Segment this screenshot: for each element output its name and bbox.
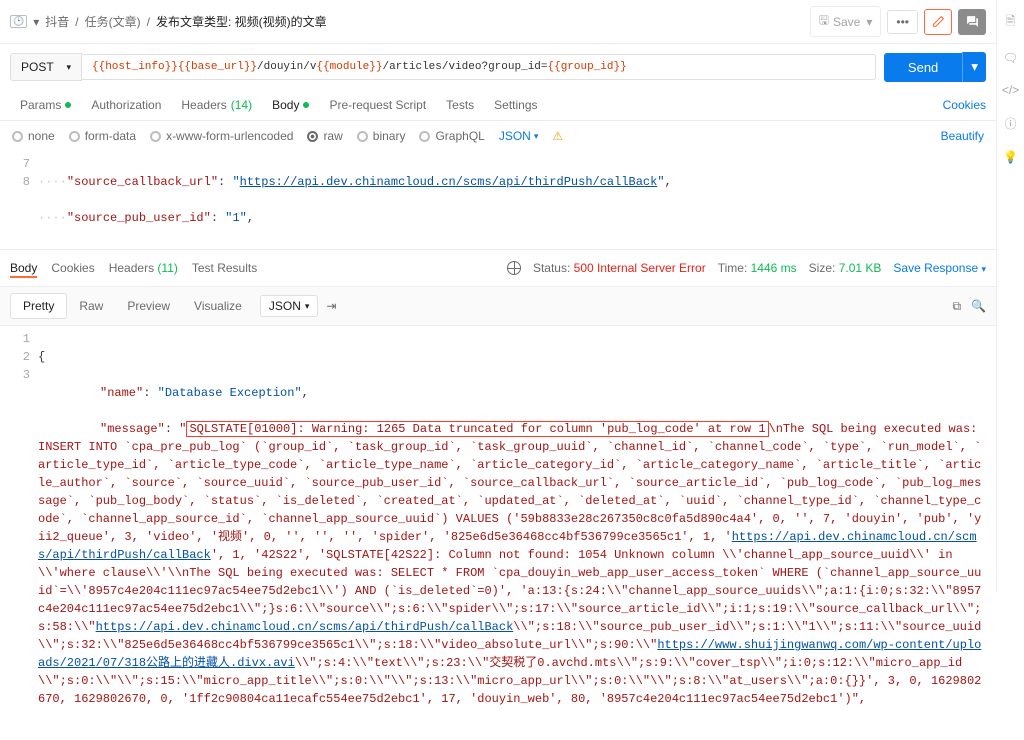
status-label: Status: 500 Internal Server Error (533, 261, 706, 275)
floppy-icon: 🖫 (819, 11, 829, 32)
save-response-link[interactable]: Save Response ▾ (893, 261, 986, 275)
chevron-down-icon: ▾ (66, 62, 71, 73)
radio-xwww[interactable]: x-www-form-urlencoded (150, 129, 293, 143)
info-icon[interactable]: ⓘ (1004, 115, 1016, 132)
comments-rail-icon[interactable]: 🗨 (1003, 51, 1018, 65)
view-preview[interactable]: Preview (115, 294, 182, 318)
docs-icon[interactable]: 🗎 (1006, 12, 1016, 33)
chevron-down-icon: ▾ (305, 301, 310, 312)
breadcrumb-request[interactable]: 发布文章类型: 视频(视频)的文章 (156, 13, 327, 30)
edit-icon[interactable] (924, 9, 952, 35)
resp-tab-testresults[interactable]: Test Results (192, 258, 257, 278)
resp-tab-headers[interactable]: Headers (11) (109, 258, 178, 278)
lang-select[interactable]: JSON▾ (260, 295, 319, 317)
beautify-link[interactable]: Beautify (941, 129, 984, 143)
chevron-down-icon: ▾ (971, 59, 978, 74)
globe-icon[interactable] (507, 261, 521, 275)
warning-icon: ⚠ (552, 129, 563, 143)
tab-params[interactable]: Params (10, 90, 81, 120)
http-icon: 🕑 (10, 15, 27, 28)
breadcrumb: 🕑 ▾ 抖音 / 任务(文章) / 发布文章类型: 视频(视频)的文章 (10, 13, 327, 30)
tab-body[interactable]: Body (262, 90, 319, 120)
side-rail: 🗎 🗨 </> ⓘ 💡 (996, 0, 1024, 592)
send-button[interactable]: Send (884, 53, 962, 82)
send-dropdown[interactable]: ▾ (962, 52, 986, 82)
breadcrumb-folder[interactable]: 任务(文章) (85, 13, 141, 30)
resp-tab-cookies[interactable]: Cookies (51, 258, 94, 278)
tab-headers[interactable]: Headers (14) (171, 90, 262, 120)
radio-raw[interactable]: raw (307, 129, 342, 143)
cookies-link[interactable]: Cookies (943, 98, 986, 112)
request-body-editor[interactable]: 78 ····"source_callback_url": "https://a… (0, 151, 996, 249)
url-input[interactable]: {{host_info}}{{base_url}}/douyin/v{{modu… (82, 54, 876, 80)
lightbulb-icon[interactable]: 💡 (1003, 150, 1018, 164)
resp-tab-body[interactable]: Body (10, 258, 37, 278)
body-options: none form-data x-www-form-urlencoded raw… (0, 121, 996, 151)
response-header-bar: Body Cookies Headers (11) Test Results S… (0, 249, 996, 287)
chevron-down-icon: ▾ (866, 15, 872, 29)
line-gutter: 123 (0, 326, 38, 730)
chevron-down-icon: ▾ (534, 131, 539, 142)
request-tabs: Params Authorization Headers (14) Body P… (0, 90, 996, 121)
tab-settings[interactable]: Settings (484, 90, 547, 120)
topbar: 🕑 ▾ 抖音 / 任务(文章) / 发布文章类型: 视频(视频)的文章 🖫Sav… (0, 0, 996, 44)
save-button[interactable]: 🖫Save▾ (810, 6, 882, 37)
size-label: Size: 7.01 KB (809, 261, 882, 275)
radio-binary[interactable]: binary (357, 129, 406, 143)
view-pretty[interactable]: Pretty (10, 293, 67, 319)
format-select[interactable]: JSON▾ (499, 129, 539, 143)
tab-pre-request-script[interactable]: Pre-request Script (319, 90, 436, 120)
view-raw[interactable]: Raw (67, 294, 115, 318)
request-bar: POST▾ {{host_info}}{{base_url}}/douyin/v… (0, 44, 996, 90)
comment-icon[interactable] (958, 9, 986, 35)
code-icon[interactable]: </> (1002, 83, 1019, 97)
response-view-bar: Pretty Raw Preview Visualize JSON▾ ⇥ ⧉ 🔍 (0, 287, 996, 326)
tab-authorization[interactable]: Authorization (81, 90, 171, 120)
time-label: Time: 1446 ms (718, 261, 797, 275)
copy-icon[interactable]: ⧉ (952, 299, 961, 314)
tab-tests[interactable]: Tests (436, 90, 484, 120)
more-menu-button[interactable]: ••• (887, 10, 918, 34)
wrap-icon[interactable]: ⇥ (326, 299, 336, 313)
radio-formdata[interactable]: form-data (69, 129, 136, 143)
view-visualize[interactable]: Visualize (182, 294, 254, 318)
breadcrumb-collection[interactable]: 抖音 (45, 13, 69, 30)
radio-graphql[interactable]: GraphQL (419, 129, 484, 143)
line-gutter: 78 (0, 151, 38, 249)
response-body-editor[interactable]: 123 { "name": "Database Exception", "mes… (0, 326, 996, 740)
search-icon[interactable]: 🔍 (971, 299, 986, 314)
chevron-down-icon: ▾ (981, 264, 986, 274)
radio-none[interactable]: none (12, 129, 55, 143)
method-select[interactable]: POST▾ (10, 53, 82, 81)
